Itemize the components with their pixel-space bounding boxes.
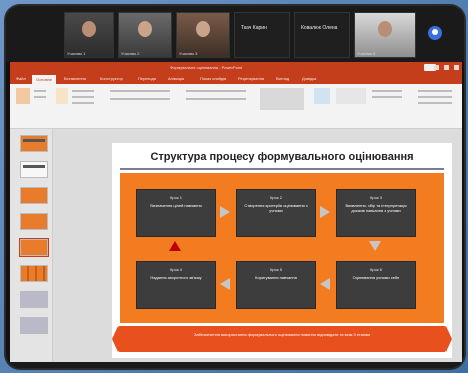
step-description: Надання зворотного зв'язку bbox=[150, 275, 202, 280]
participant-name: Учасник 6 bbox=[357, 51, 376, 56]
participant-name: Учасник 1 bbox=[67, 51, 86, 56]
reset-button[interactable] bbox=[72, 96, 94, 98]
alignment-buttons[interactable] bbox=[186, 98, 246, 100]
font-format-buttons[interactable] bbox=[110, 98, 170, 100]
shapes-gallery[interactable] bbox=[260, 88, 304, 110]
layout-button[interactable] bbox=[72, 90, 94, 92]
shape-fill-button[interactable] bbox=[372, 90, 402, 92]
tab-home[interactable]: Основне bbox=[32, 75, 57, 84]
tab-file[interactable]: Файл bbox=[16, 76, 26, 81]
maximize-icon[interactable] bbox=[444, 65, 449, 70]
tablet-frame: Учасник 1 Учасник 2 Учасник 3 Ткач Карин… bbox=[6, 6, 464, 368]
process-step-2[interactable]: Крок 2 Створення критеріїв оцінювання з … bbox=[236, 189, 316, 237]
participant-video-6[interactable]: Учасник 6 bbox=[354, 12, 416, 58]
process-panel: Крок 1 Визначення цілей навчання Крок 2 … bbox=[120, 173, 444, 323]
ribbon-tabs: Файл Основне Вставлення Конструктор Пере… bbox=[10, 74, 462, 84]
participant-video-2[interactable]: Учасник 2 bbox=[118, 12, 172, 58]
slide-thumbnail[interactable] bbox=[20, 161, 48, 178]
slide-thumbnail[interactable] bbox=[20, 291, 48, 308]
step-number: Крок 6 bbox=[370, 267, 382, 272]
slide-title[interactable]: Структура процесу формувального оцінюван… bbox=[122, 147, 442, 167]
participant-label: Ткач Карин bbox=[241, 25, 267, 31]
cut-icon[interactable] bbox=[34, 90, 46, 92]
tab-transitions[interactable]: Переходи bbox=[138, 76, 156, 81]
window-title: Формувальне оцінювання - PowerPoint bbox=[170, 65, 243, 70]
slide-thumbnail[interactable] bbox=[20, 317, 48, 334]
paragraph-buttons[interactable] bbox=[186, 90, 246, 92]
summary-banner[interactable]: Забезпечення використання формувального … bbox=[112, 326, 452, 352]
tab-view[interactable]: Вигляд bbox=[276, 76, 289, 81]
step-description: Створення критеріїв оцінювання з учнями bbox=[244, 203, 308, 213]
arrow-left-icon bbox=[320, 278, 330, 290]
participant-face bbox=[82, 21, 96, 37]
arrow-right-icon bbox=[320, 206, 330, 218]
step-number: Крок 4 bbox=[170, 267, 182, 272]
participant-face bbox=[378, 21, 392, 37]
participant-video-1[interactable]: Учасник 1 bbox=[64, 12, 114, 58]
participant-name: Учасник 3 bbox=[179, 51, 198, 56]
step-number: Крок 5 bbox=[270, 267, 282, 272]
participant-face bbox=[138, 21, 152, 37]
process-step-1[interactable]: Крок 1 Визначення цілей навчання bbox=[136, 189, 216, 237]
step-description: Визначення цілей навчання bbox=[150, 203, 202, 208]
bottom-bar bbox=[6, 362, 464, 368]
current-slide[interactable]: Структура процесу формувального оцінюван… bbox=[112, 143, 452, 358]
participant-tile-5[interactable]: Ковалюк Олена bbox=[294, 12, 350, 58]
arrange-icon[interactable] bbox=[314, 88, 330, 104]
slide-editor: Структура процесу формувального оцінюван… bbox=[53, 129, 462, 362]
step-number: Крок 3 bbox=[370, 195, 382, 200]
paste-icon[interactable] bbox=[16, 88, 30, 104]
quick-styles[interactable] bbox=[336, 88, 366, 104]
title-bar: Формувальне оцінювання - PowerPoint bbox=[10, 62, 462, 74]
slide-thumbnail[interactable] bbox=[20, 265, 48, 282]
title-divider bbox=[120, 168, 444, 170]
arrow-right-icon bbox=[220, 206, 230, 218]
tab-slideshow[interactable]: Показ слайдів bbox=[200, 76, 226, 81]
minimize-icon[interactable] bbox=[434, 65, 439, 70]
close-icon[interactable] bbox=[454, 65, 459, 70]
banner-text: Забезпечення використання формувального … bbox=[193, 332, 371, 337]
step-number: Крок 1 bbox=[170, 195, 182, 200]
section-button[interactable] bbox=[72, 102, 94, 104]
participant-name: Учасник 2 bbox=[121, 51, 140, 56]
step-description: Коригування навчання bbox=[255, 275, 297, 280]
arrow-left-icon bbox=[220, 278, 230, 290]
powerpoint-window: Формувальне оцінювання - PowerPoint Файл… bbox=[10, 62, 462, 362]
arrow-up-icon bbox=[169, 241, 181, 251]
participant-face bbox=[196, 21, 210, 37]
video-call-strip: Учасник 1 Учасник 2 Учасник 3 Ткач Карин… bbox=[6, 6, 464, 62]
step-number: Крок 2 bbox=[270, 195, 282, 200]
ribbon-toolbar bbox=[10, 84, 462, 129]
process-step-5[interactable]: Крок 5 Коригування навчання bbox=[236, 261, 316, 309]
step-description: Оцінювання учнями себе bbox=[352, 275, 400, 280]
tab-design[interactable]: Конструктор bbox=[100, 76, 123, 81]
select-button[interactable] bbox=[418, 102, 452, 104]
shape-outline-button[interactable] bbox=[372, 96, 402, 98]
slide-thumbnail[interactable] bbox=[20, 135, 48, 152]
slide-thumbnail[interactable] bbox=[20, 213, 48, 230]
process-step-4[interactable]: Крок 4 Надання зворотного зв'язку bbox=[136, 261, 216, 309]
slide-thumbnail[interactable] bbox=[20, 187, 48, 204]
slide-thumbnail-selected[interactable] bbox=[19, 238, 49, 257]
replace-button[interactable] bbox=[418, 96, 452, 98]
copy-icon[interactable] bbox=[34, 96, 46, 98]
tab-animations[interactable]: Анімація bbox=[168, 76, 184, 81]
participant-tile-4[interactable]: Ткач Карин bbox=[234, 12, 290, 58]
process-step-6[interactable]: Крок 6 Оцінювання учнями себе bbox=[336, 261, 416, 309]
participant-label: Ковалюк Олена bbox=[301, 25, 338, 31]
slide-thumbnails-pane bbox=[10, 129, 53, 362]
tab-review[interactable]: Рецензування bbox=[238, 76, 264, 81]
process-step-3[interactable]: Крок 3 Виявлення, збір та інтерпретація … bbox=[336, 189, 416, 237]
tab-insert[interactable]: Вставлення bbox=[64, 76, 86, 81]
tab-help[interactable]: Довідка bbox=[302, 76, 316, 81]
find-button[interactable] bbox=[418, 90, 452, 92]
user-avatar-icon[interactable] bbox=[428, 26, 442, 40]
step-description: Виявлення, збір та інтерпретація доказів… bbox=[345, 203, 407, 213]
arrow-down-icon bbox=[369, 241, 381, 251]
participant-video-3[interactable]: Учасник 3 bbox=[176, 12, 230, 58]
new-slide-icon[interactable] bbox=[56, 88, 68, 104]
font-family-select[interactable] bbox=[110, 90, 170, 92]
